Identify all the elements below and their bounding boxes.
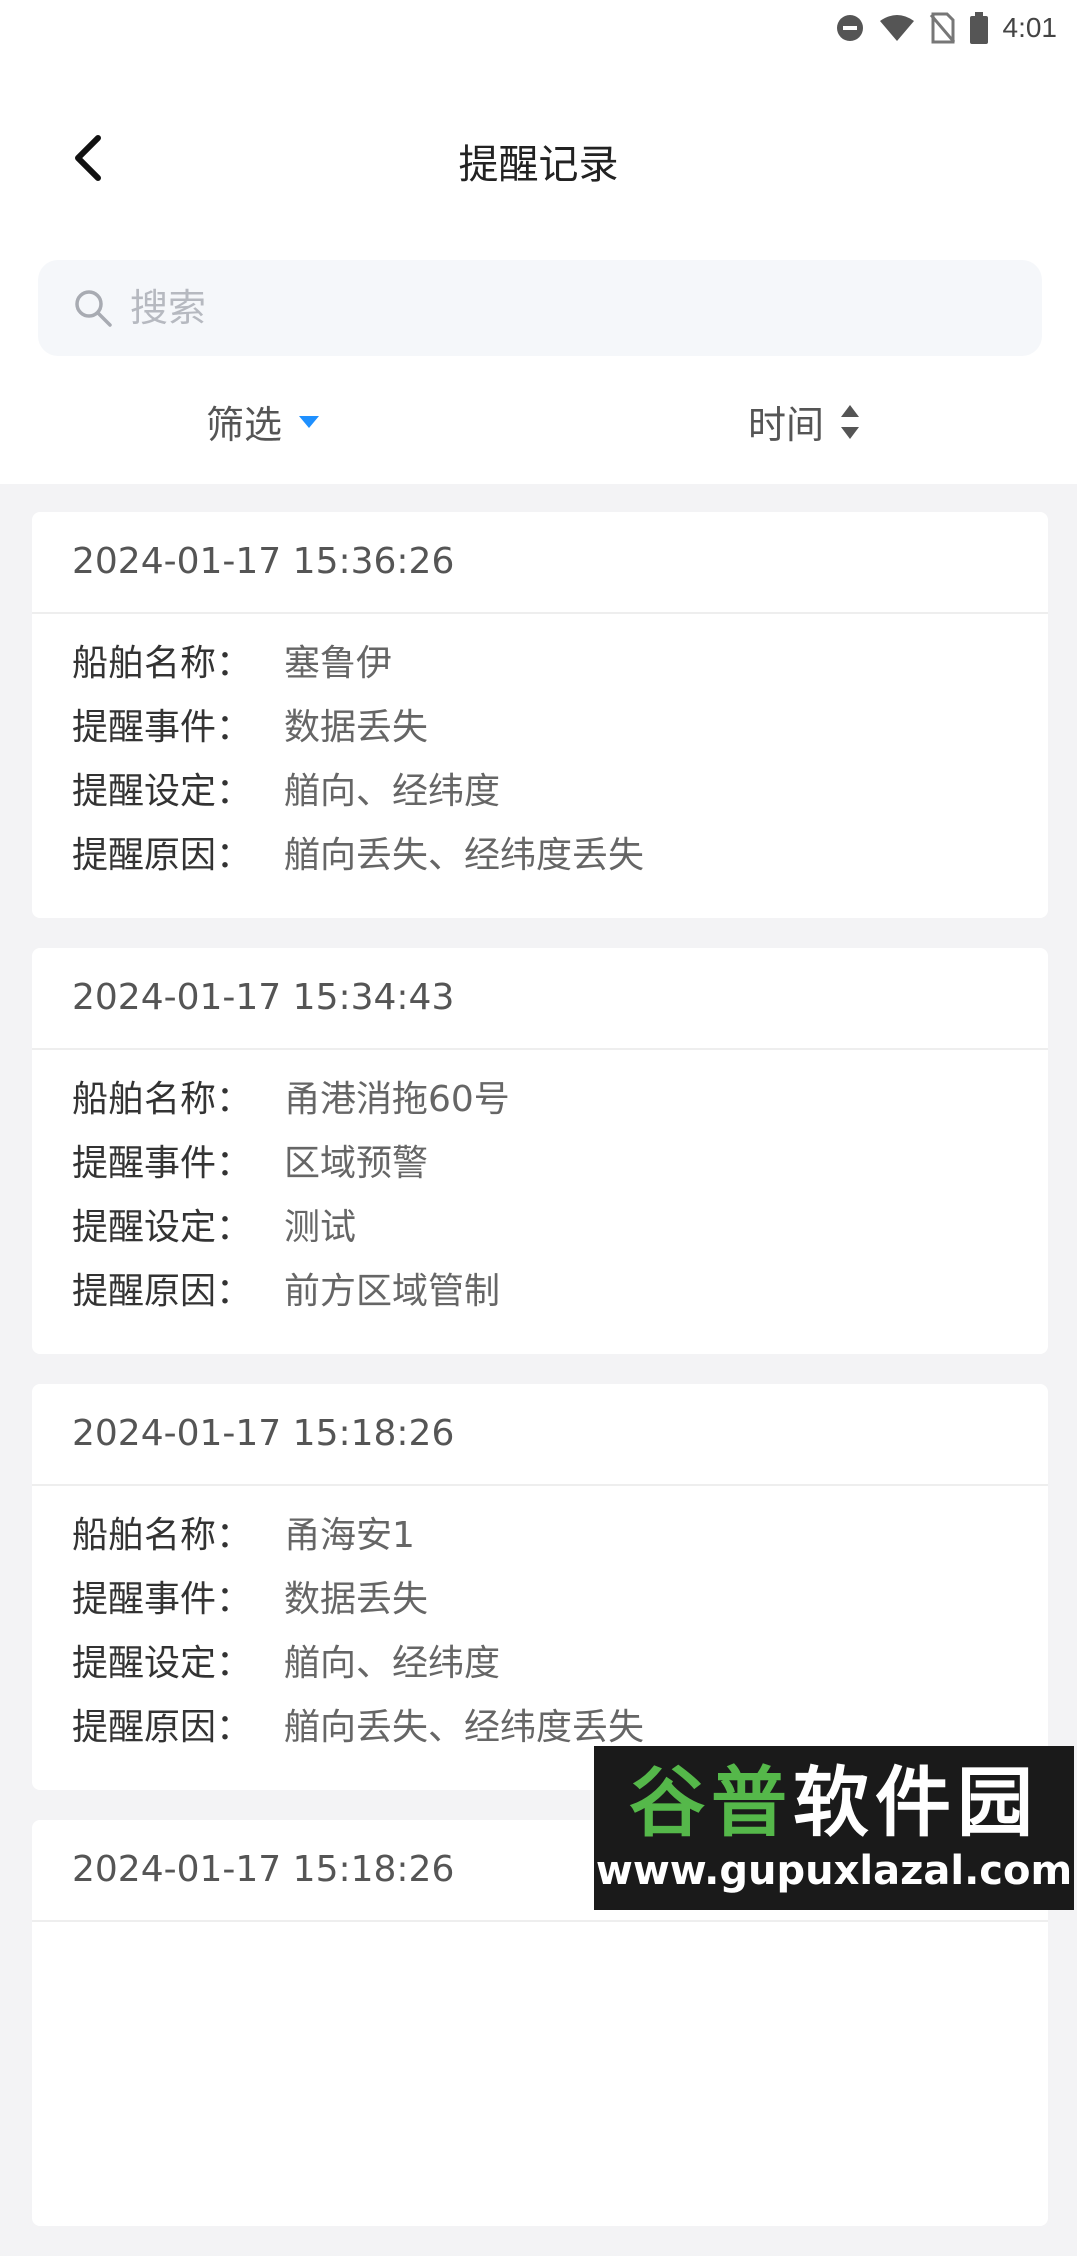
search-icon bbox=[75, 290, 112, 327]
field-value: 艏向丢失、经纬度丢失 bbox=[284, 1707, 645, 1748]
status-time: 4:01 bbox=[1002, 12, 1058, 43]
field-reason: 提醒原因： 前方区域管制 bbox=[72, 1256, 1048, 1320]
field-value: 数据丢失 bbox=[284, 707, 429, 748]
field-event: 提醒事件： 数据丢失 bbox=[72, 1564, 1048, 1628]
field-event: 提醒事件： 区域预警 bbox=[72, 1128, 1048, 1192]
record-card[interactable]: 2024-01-17 15:36:26 船舶名称： 塞鲁伊 提醒事件： 数据丢失… bbox=[32, 512, 1048, 918]
record-list: 2024-01-17 15:36:26 船舶名称： 塞鲁伊 提醒事件： 数据丢失… bbox=[32, 512, 1048, 2256]
search-box[interactable] bbox=[38, 260, 1042, 356]
field-label: 提醒事件： bbox=[72, 707, 253, 748]
sort-icon bbox=[841, 404, 860, 439]
sort-button[interactable]: 时间 bbox=[748, 394, 860, 449]
field-value: 艏向丢失、经纬度丢失 bbox=[284, 835, 645, 876]
record-time: 2024-01-17 15:18:26 bbox=[32, 1384, 1048, 1486]
record-body: 船舶名称： 塞鲁伊 提醒事件： 数据丢失 提醒设定： 艏向、经纬度 提醒原因： … bbox=[32, 614, 1048, 884]
search-input[interactable] bbox=[128, 285, 982, 331]
do-not-disturb-icon bbox=[836, 15, 863, 41]
filter-button[interactable]: 筛选 bbox=[206, 394, 320, 449]
page-title: 提醒记录 bbox=[458, 142, 619, 188]
no-sim-icon bbox=[929, 12, 955, 44]
field-label: 提醒事件： bbox=[72, 1579, 253, 1620]
field-label: 提醒原因： bbox=[72, 835, 253, 876]
field-ship-name: 船舶名称： 塞鲁伊 bbox=[72, 628, 1048, 692]
field-value: 艏向、经纬度 bbox=[284, 771, 501, 812]
wifi-icon bbox=[879, 15, 914, 41]
record-time: 2024-01-17 15:36:26 bbox=[32, 512, 1048, 614]
record-card[interactable]: 2024-01-17 15:18:26 船舶名称： 甬海安1 提醒事件： 数据丢… bbox=[32, 1384, 1048, 1790]
status-bar: 4:01 bbox=[0, 0, 1077, 56]
field-value: 测试 bbox=[284, 1207, 357, 1248]
status-icons: 4:01 bbox=[835, 10, 1058, 46]
field-value: 数据丢失 bbox=[284, 1579, 429, 1620]
record-body: 船舶名称： 甬海安1 提醒事件： 数据丢失 提醒设定： 艏向、经纬度 提醒原因：… bbox=[32, 1486, 1048, 1756]
field-value: 区域预警 bbox=[284, 1143, 429, 1184]
field-label: 船舶名称： bbox=[72, 1079, 253, 1120]
field-ship-name: 船舶名称： 甬港消拖60号 bbox=[72, 1064, 1048, 1128]
field-ship-name: 船舶名称： 甬海安1 bbox=[72, 1500, 1048, 1564]
header: 提醒记录 bbox=[0, 110, 1077, 206]
record-body: 船舶名称： 甬港消拖60号 提醒事件： 区域预警 提醒设定： 测试 提醒原因： … bbox=[32, 1050, 1048, 1320]
watermark-title: 谷普软件园 bbox=[629, 1760, 1039, 1846]
field-value: 艏向、经纬度 bbox=[284, 1643, 501, 1684]
caret-down-icon bbox=[299, 415, 320, 428]
sort-label: 时间 bbox=[748, 403, 825, 447]
watermark-title-a: 谷普 bbox=[629, 1758, 793, 1847]
battery-icon bbox=[969, 12, 988, 44]
watermark-url: www.gupuxlazal.com bbox=[595, 1848, 1073, 1894]
field-setting: 提醒设定： 测试 bbox=[72, 1192, 1048, 1256]
filter-label: 筛选 bbox=[206, 403, 283, 447]
field-label: 提醒设定： bbox=[72, 771, 253, 812]
field-label: 船舶名称： bbox=[72, 1515, 253, 1556]
field-setting: 提醒设定： 艏向、经纬度 bbox=[72, 756, 1048, 820]
filter-row: 筛选 时间 bbox=[0, 380, 1077, 460]
field-value: 甬港消拖60号 bbox=[284, 1079, 510, 1120]
field-label: 提醒原因： bbox=[72, 1707, 253, 1748]
field-label: 船舶名称： bbox=[72, 643, 253, 684]
field-setting: 提醒设定： 艏向、经纬度 bbox=[72, 1628, 1048, 1692]
watermark-title-b: 软件园 bbox=[793, 1758, 1039, 1847]
field-label: 提醒事件： bbox=[72, 1143, 253, 1184]
field-label: 提醒设定： bbox=[72, 1207, 253, 1248]
field-value: 甬海安1 bbox=[284, 1515, 415, 1556]
top-area: 4:01 提醒记录 筛选 时间 bbox=[0, 0, 1077, 484]
record-card[interactable]: 2024-01-17 15:34:43 船舶名称： 甬港消拖60号 提醒事件： … bbox=[32, 948, 1048, 1354]
field-event: 提醒事件： 数据丢失 bbox=[72, 692, 1048, 756]
watermark-logo: 谷普软件园 www.gupuxlazal.com bbox=[594, 1746, 1074, 1910]
field-reason: 提醒原因： 艏向丢失、经纬度丢失 bbox=[72, 820, 1048, 884]
field-value: 塞鲁伊 bbox=[284, 643, 393, 684]
record-time: 2024-01-17 15:34:43 bbox=[32, 948, 1048, 1050]
field-label: 提醒设定： bbox=[72, 1643, 253, 1684]
field-label: 提醒原因： bbox=[72, 1271, 253, 1312]
field-value: 前方区域管制 bbox=[284, 1271, 501, 1312]
